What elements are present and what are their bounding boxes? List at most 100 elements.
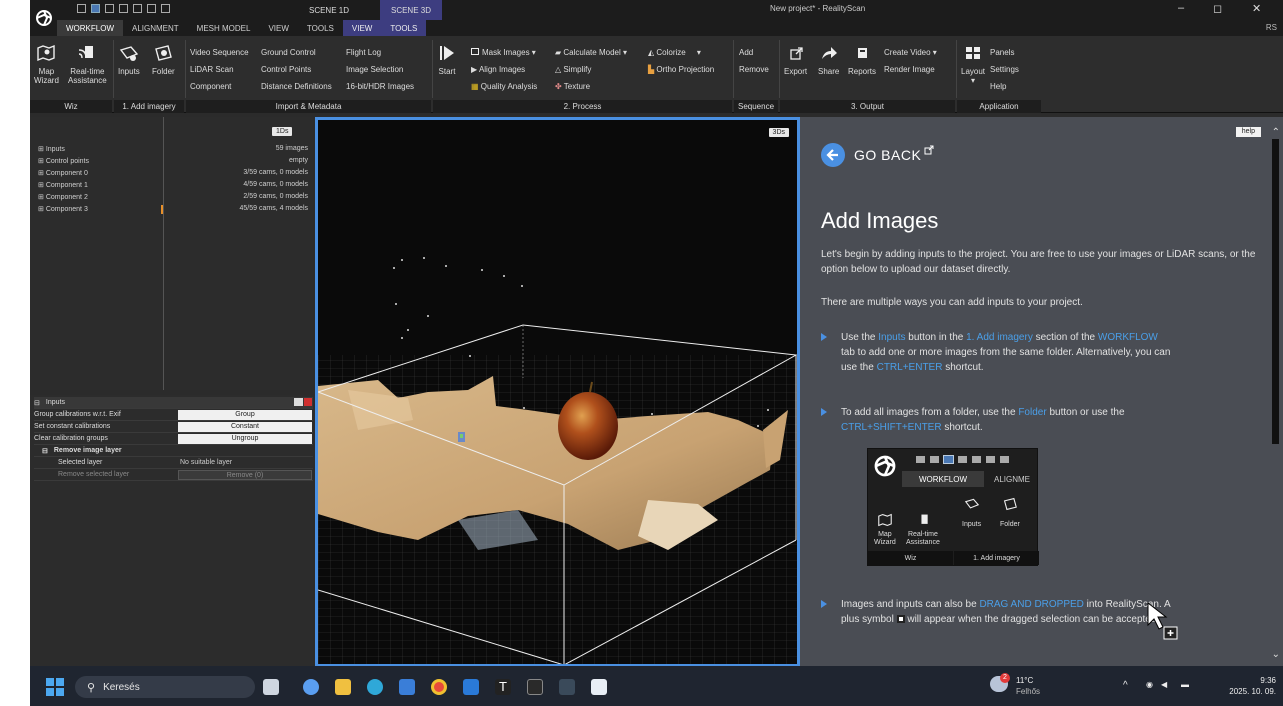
inputs-button[interactable]: Inputs: [118, 44, 140, 76]
tab-scene-3d[interactable]: SCENE 3D: [380, 0, 442, 20]
wifi-icon[interactable]: ◉: [1146, 680, 1153, 689]
remove-image-layer-section[interactable]: ⊟ Remove image layer: [34, 445, 313, 457]
layout-icon[interactable]: [133, 4, 142, 13]
clock-time[interactable]: 9:36: [1230, 676, 1280, 685]
volume-icon[interactable]: ◀: [1161, 680, 1167, 689]
user-initials[interactable]: RS: [1266, 23, 1277, 32]
distance-definitions-button[interactable]: Distance Definitions: [261, 82, 332, 91]
panel-1ds-badge[interactable]: 1Ds: [272, 127, 293, 136]
ungroup-button[interactable]: Ungroup: [178, 434, 312, 444]
tab-scene-view[interactable]: VIEW: [342, 20, 382, 36]
weather-desc: Felhős: [1016, 687, 1041, 696]
collapse-icon[interactable]: ⊟: [34, 399, 40, 407]
component-button[interactable]: Component: [190, 82, 231, 91]
pen-tool-icon[interactable]: T: [495, 679, 511, 695]
realtime-assistance-button[interactable]: Real-time Assistance: [68, 44, 107, 85]
quality-analysis-button[interactable]: ▦ Quality Analysis: [471, 82, 537, 91]
layout-icon[interactable]: [119, 4, 128, 13]
layout-icon[interactable]: [77, 4, 86, 13]
layout-icon[interactable]: [161, 4, 170, 13]
export-button[interactable]: Export: [784, 44, 807, 76]
text: shortcut.: [941, 422, 983, 433]
tree-item-control-points[interactable]: ⊞ Control points: [38, 157, 89, 165]
flight-log-button[interactable]: Flight Log: [346, 48, 381, 57]
image-selection-button[interactable]: Image Selection: [346, 65, 403, 74]
tab-alignment[interactable]: ALIGNMENT: [123, 20, 188, 36]
go-back-link[interactable]: GO BACK: [821, 143, 934, 167]
tree-item-component-3[interactable]: ⊞ Component 3: [38, 205, 88, 213]
app-icon[interactable]: [463, 679, 479, 695]
group-button[interactable]: Group: [178, 410, 312, 420]
tree-item-inputs[interactable]: ⊞ Inputs: [38, 145, 65, 153]
hdr-images-button[interactable]: 16-bit/HDR Images: [346, 82, 414, 91]
remove-layer-button[interactable]: Remove (0): [178, 470, 312, 480]
close-icon[interactable]: [304, 398, 312, 406]
align-images-button[interactable]: ▶ Align Images: [471, 65, 525, 74]
simplify-button[interactable]: △ Simplify: [555, 65, 591, 74]
minimize-button[interactable]: –: [1178, 2, 1184, 14]
tab-scene-tools[interactable]: TOOLS: [381, 20, 427, 36]
text: Use the: [841, 332, 879, 343]
layout-button[interactable]: Layout ▾: [961, 44, 985, 85]
render-image-button[interactable]: Render Image: [884, 65, 935, 74]
store-icon[interactable]: [399, 679, 415, 695]
sequence-remove-button[interactable]: Remove: [739, 65, 769, 74]
windows-start-icon[interactable]: [46, 678, 64, 696]
tab-mesh-model[interactable]: MESH MODEL: [188, 20, 260, 36]
tab-workflow[interactable]: WORKFLOW: [57, 20, 123, 36]
map-wizard-button[interactable]: Map Wizard: [34, 44, 59, 85]
layout-active-icon[interactable]: [91, 4, 100, 13]
app-logo[interactable]: [30, 0, 57, 36]
lidar-scan-button[interactable]: LiDAR Scan: [190, 65, 234, 74]
texture-button[interactable]: ✤ Texture: [555, 82, 590, 91]
tab-tools[interactable]: TOOLS: [298, 20, 343, 36]
panel-3ds-badge[interactable]: 3Ds: [768, 128, 789, 137]
tree-item-component-2[interactable]: ⊞ Component 2: [38, 193, 88, 201]
help-button[interactable]: Help: [990, 82, 1006, 91]
weather-temp[interactable]: 11°C: [1016, 676, 1033, 685]
tab-view[interactable]: VIEW: [259, 20, 297, 36]
start-button[interactable]: Start: [437, 44, 457, 76]
panels-button[interactable]: Panels: [990, 48, 1014, 57]
scroll-down-icon[interactable]: ⌄: [1272, 649, 1280, 660]
layout-icon[interactable]: [105, 4, 114, 13]
chrome-icon[interactable]: [431, 679, 447, 695]
tree-item-component-1[interactable]: ⊞ Component 1: [38, 181, 88, 189]
folder-button[interactable]: Folder: [152, 44, 175, 76]
battery-icon[interactable]: ▬: [1181, 680, 1189, 689]
ortho-projection-button[interactable]: ▙ Ortho Projection: [648, 65, 714, 74]
constant-button[interactable]: Constant: [178, 422, 312, 432]
scroll-up-icon[interactable]: ⌃: [1272, 127, 1280, 138]
layout-icon[interactable]: [147, 4, 156, 13]
tree-item-component-0[interactable]: ⊞ Component 0: [38, 169, 88, 177]
share-button[interactable]: Share: [818, 44, 839, 76]
file-explorer-icon[interactable]: [335, 679, 351, 695]
widgets-icon[interactable]: [303, 679, 319, 695]
settings-button[interactable]: Settings: [990, 65, 1019, 74]
close-button[interactable]: ✕: [1252, 2, 1261, 15]
taskbar-search[interactable]: ⚲ Keresés: [75, 676, 255, 698]
control-points-button[interactable]: Control Points: [261, 65, 311, 74]
help-toggle-button[interactable]: help: [1235, 127, 1261, 137]
chevron-up-icon[interactable]: ^: [1123, 680, 1128, 691]
colorize-button[interactable]: ◭ Colorize ▾: [648, 48, 701, 57]
terminal-icon[interactable]: [559, 679, 575, 695]
ground-control-button[interactable]: Ground Control: [261, 48, 316, 57]
scene-3d-viewport[interactable]: 3Ds: [315, 117, 800, 667]
calculate-model-button[interactable]: ▰ Calculate Model ▾: [555, 48, 627, 57]
task-view-icon[interactable]: [263, 679, 279, 695]
selected-layer-value[interactable]: No suitable layer: [180, 459, 232, 466]
create-video-button[interactable]: Create Video ▾: [884, 48, 937, 57]
maximize-button[interactable]: ◻: [1213, 2, 1222, 15]
sequence-add-button[interactable]: Add: [739, 48, 753, 57]
tree-item-label: Component 2: [45, 194, 88, 201]
realityscan-taskbar-icon[interactable]: [527, 679, 543, 695]
video-sequence-button[interactable]: Video Sequence: [190, 48, 249, 57]
edge-browser-icon[interactable]: [367, 679, 383, 695]
tab-scene-1d[interactable]: SCENE 1D: [294, 0, 364, 20]
panel-dock-icon[interactable]: [294, 398, 303, 406]
mask-images-button[interactable]: Mask Images ▾: [471, 48, 536, 57]
help-scrollbar[interactable]: [1272, 139, 1279, 444]
snipping-icon[interactable]: [591, 679, 607, 695]
reports-button[interactable]: Reports: [848, 44, 876, 76]
